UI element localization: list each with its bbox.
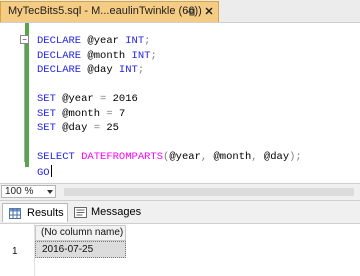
zoom-value: 100 %	[5, 186, 34, 197]
zoom-bar: 100 %	[0, 183, 360, 201]
results-tab-bar: Results Messages	[0, 201, 360, 224]
outline-guide	[24, 44, 25, 162]
result-cell[interactable]: 2016-07-25	[35, 241, 126, 258]
query-tab-title: MyTecBits5.sql - M...eaulinTwinkle (66))	[8, 5, 202, 17]
column-header[interactable]: (No column name)	[35, 225, 126, 241]
code-line-declare-year: DECLARE @year INT;	[37, 35, 151, 47]
messages-icon	[74, 207, 87, 218]
query-tab[interactable]: MyTecBits5.sql - M...eaulinTwinkle (66))	[0, 1, 219, 22]
document-tab-bar: MyTecBits5.sql - M...eaulinTwinkle (66))	[0, 0, 360, 22]
grid-icon	[9, 208, 21, 219]
text-caret	[50, 164, 52, 177]
code-line-declare-day: DECLARE @day INT;	[37, 64, 145, 76]
horizontal-scrollbar[interactable]	[64, 188, 354, 196]
sql-code[interactable]: DECLARE @year INT; DECLARE @month INT; D…	[37, 34, 302, 180]
code-line-declare-month: DECLARE @month INT;	[37, 49, 157, 62]
code-line-set-day: SET @day = 25	[37, 122, 119, 134]
collapse-toggle[interactable]: −	[20, 35, 29, 44]
change-tracking-bar	[25, 23, 29, 167]
pin-icon[interactable]	[185, 6, 197, 18]
query-editor[interactable]: − DECLARE @year INT; DECLARE @month INT;…	[0, 22, 360, 183]
code-line-go: GO	[37, 164, 52, 179]
code-line-set-year: SET @year = 2016	[37, 93, 138, 105]
chevron-down-icon[interactable]	[47, 190, 53, 194]
code-line-set-month: SET @month = 7	[37, 107, 126, 120]
zoom-dropdown[interactable]: 100 %	[1, 185, 56, 198]
row-number[interactable]: 1	[12, 246, 18, 257]
code-line-select: SELECT DATEFROMPARTS(@year, @month, @day…	[37, 151, 302, 163]
results-grid[interactable]: (No column name) 1 2016-07-25	[0, 224, 360, 276]
tab-results[interactable]: Results	[2, 203, 68, 222]
tab-messages-label: Messages	[91, 206, 142, 218]
tab-messages[interactable]: Messages	[72, 203, 142, 222]
tab-results-label: Results	[27, 207, 64, 219]
close-icon[interactable]	[203, 5, 215, 17]
